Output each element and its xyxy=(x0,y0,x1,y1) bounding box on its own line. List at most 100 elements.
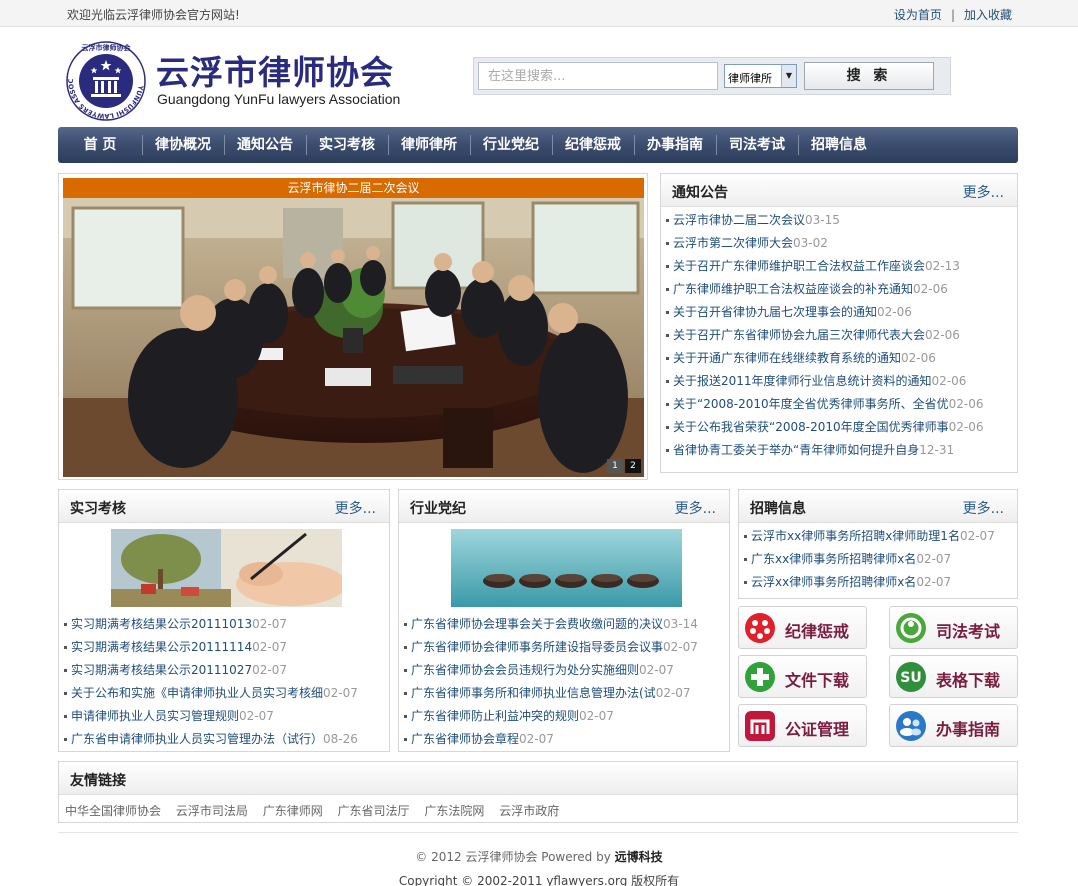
list-item[interactable]: 申请律师执业人员实习管理规则02-07 xyxy=(59,705,389,728)
footer-divider xyxy=(58,832,1018,833)
footer-copyright: Copyright © 2002-2011 yflawyers.org 版权所有 xyxy=(398,874,680,886)
set-home-link[interactable]: 设为首页 xyxy=(894,8,942,22)
list-item[interactable]: 关于“2008-2010年度全省优秀律师事务所、全省优02-06 xyxy=(661,393,1017,416)
list-item[interactable]: 广东省申请律师执业人员实习管理办法（试行）08-26 xyxy=(59,728,389,751)
meeting-photo[interactable] xyxy=(63,198,644,477)
people-icon xyxy=(896,711,926,741)
nav-item-discipline[interactable]: 纪律惩戒 xyxy=(552,127,634,163)
list-item[interactable]: 关于公布我省荣获“2008-2010年度全国优秀律师事02-06 xyxy=(661,416,1017,439)
discipline-panel: 行业党纪 更多... 广东省律师协会理事会关于会费收缴问题的决议03-14 广东… xyxy=(398,489,730,752)
footer-brand-link[interactable]: 远博科技 xyxy=(615,850,663,864)
bullet-icon xyxy=(64,646,67,649)
list-item[interactable]: 云浮市律协二届二次会议03-15 xyxy=(661,209,1017,232)
quick-link-discipline[interactable]: 纪律惩戒 xyxy=(738,606,867,649)
bullet-icon xyxy=(666,311,669,314)
list-item[interactable]: 广东省律师事务所和律师执业信息管理办法(试02-07 xyxy=(399,682,729,705)
quick-link-file-download[interactable]: 文件下载 xyxy=(738,655,867,698)
nav-item-lawyers[interactable]: 律师律所 xyxy=(388,127,470,163)
bullet-icon xyxy=(666,357,669,360)
top-bar: 欢迎光临云浮律师协会官方网站! 设为首页 | 加入收藏 xyxy=(0,0,1078,27)
list-item[interactable]: 云浮市xx律师事务所招聘x律师助理1名02-07 xyxy=(739,525,1017,548)
bullet-icon xyxy=(666,219,669,222)
bullet-icon xyxy=(744,535,747,538)
bullet-icon xyxy=(404,669,407,672)
quick-link-notary[interactable]: 公证管理 xyxy=(738,704,867,747)
list-item[interactable]: 实习期满考核结果公示2011101302-07 xyxy=(59,613,389,636)
list-item[interactable]: 实习期满考核结果公示2011102702-07 xyxy=(59,659,389,682)
bullet-icon xyxy=(404,738,407,741)
notice-panel: 通知公告 更多... 云浮市律协二届二次会议03-15 云浮市第二次律师大会03… xyxy=(660,173,1018,473)
chevron-down-icon[interactable]: ▼ xyxy=(781,65,796,87)
discipline-icon xyxy=(745,613,775,643)
list-item[interactable]: 关于开通广东律师在线继续教育系统的通知02-06 xyxy=(661,347,1017,370)
bullet-icon xyxy=(404,623,407,626)
nav-item-party[interactable]: 行业党纪 xyxy=(470,127,552,163)
nav-item-overview[interactable]: 律协概况 xyxy=(142,127,224,163)
slide-dot-2[interactable]: 2 xyxy=(625,459,641,473)
recruit-more-link[interactable]: 更多... xyxy=(963,498,1004,518)
list-item[interactable]: 实习期满考核结果公示2011111402-07 xyxy=(59,636,389,659)
bullet-icon xyxy=(64,692,67,695)
quick-link-label: 办事指南 xyxy=(936,720,1001,739)
discipline-more-link[interactable]: 更多... xyxy=(675,498,716,518)
list-item[interactable]: 关于公布和实施《申请律师执业人员实习考核细02-07 xyxy=(59,682,389,705)
list-item[interactable]: 广东省律师协会律师事务所建设指导委员会议事02-07 xyxy=(399,636,729,659)
slide-dot-1[interactable]: 1 xyxy=(607,459,623,473)
internship-title: 实习考核 xyxy=(70,501,126,517)
list-item[interactable]: 云浮xx律师事务所招聘律师x名02-07 xyxy=(739,571,1017,594)
list-item[interactable]: 关于召开省律协九届七次理事会的通知02-06 xyxy=(661,301,1017,324)
search-button[interactable]: 搜 索 xyxy=(804,62,934,90)
nav-item-guide[interactable]: 办事指南 xyxy=(634,127,716,163)
bullet-icon xyxy=(666,403,669,406)
friend-link[interactable]: 云浮市司法局 xyxy=(176,804,248,818)
friend-link[interactable]: 中华全国律师协会 xyxy=(65,804,161,818)
internship-more-link[interactable]: 更多... xyxy=(335,498,376,518)
friend-links-title: 友情链接 xyxy=(70,773,126,789)
quick-link-guide[interactable]: 办事指南 xyxy=(889,704,1018,747)
notice-more-link[interactable]: 更多... xyxy=(963,182,1004,202)
discipline-title: 行业党纪 xyxy=(410,501,466,517)
stones-image[interactable] xyxy=(451,529,682,607)
main-nav: 首 页 律协概况 通知公告 实习考核 律师律所 行业党纪 纪律惩戒 办事指南 司… xyxy=(58,127,1018,163)
friend-link[interactable]: 广东省司法厅 xyxy=(338,804,410,818)
recruit-header: 招聘信息 更多... xyxy=(739,490,1017,523)
footer-powered-text: © 2012 云浮律师协会 Powered by xyxy=(415,850,611,864)
association-logo-icon[interactable]: YUNFUSHI LAWYERS ASSOCIATION 云浮市律师协会 xyxy=(66,41,146,121)
quick-link-exam[interactable]: 司法考试 xyxy=(889,606,1018,649)
list-item[interactable]: 关于召开广东省律师协会九届三次律师代表大会02-06 xyxy=(661,324,1017,347)
list-item[interactable]: 广东律师维护职工合法权益座谈会的补充通知02-06 xyxy=(661,278,1017,301)
nav-item-internship[interactable]: 实习考核 xyxy=(306,127,388,163)
add-favorite-link[interactable]: 加入收藏 xyxy=(964,8,1012,22)
friend-link[interactable]: 广东律师网 xyxy=(263,804,323,818)
quick-link-form-download[interactable]: SU 表格下载 xyxy=(889,655,1018,698)
list-item[interactable]: 广东省律师防止利益冲突的规则02-07 xyxy=(399,705,729,728)
slide-caption[interactable]: 云浮市律协二届二次会议 xyxy=(63,178,644,198)
nav-item-notices[interactable]: 通知公告 xyxy=(224,127,306,163)
nav-item-exam[interactable]: 司法考试 xyxy=(716,127,798,163)
bullet-icon xyxy=(64,669,67,672)
list-item[interactable]: 广东xx律师事务所招聘律师x名02-07 xyxy=(739,548,1017,571)
painting-image[interactable] xyxy=(111,529,342,607)
internship-panel: 实习考核 更多... 实习期满考核结果公示2011101302-07 实习期满考… xyxy=(58,489,390,752)
list-item[interactable]: 广东省律师协会理事会关于会费收缴问题的决议03-14 xyxy=(399,613,729,636)
bullet-icon xyxy=(666,334,669,337)
list-item[interactable]: 关于召开广东律师维护职工合法权益工作座谈会02-13 xyxy=(661,255,1017,278)
bullet-icon xyxy=(666,288,669,291)
list-item[interactable]: 关于报送2011年度律师行业信息统计资料的通知02-06 xyxy=(661,370,1017,393)
slide-pager: 12 xyxy=(605,457,641,473)
list-item[interactable]: 广东省律师协会章程02-07 xyxy=(399,728,729,751)
quick-link-label: 文件下载 xyxy=(785,671,850,690)
friend-link[interactable]: 云浮市政府 xyxy=(499,804,559,818)
notary-icon xyxy=(745,711,775,741)
friend-link[interactable]: 广东法院网 xyxy=(424,804,484,818)
welcome-text: 欢迎光临云浮律师协会官方网站! xyxy=(67,8,240,22)
list-item[interactable]: 广东省律师协会会员违规行为处分实施细则02-07 xyxy=(399,659,729,682)
nav-item-recruit[interactable]: 招聘信息 xyxy=(798,127,880,163)
stumble-icon: SU xyxy=(896,662,926,692)
search-input[interactable] xyxy=(478,62,718,90)
nav-item-home[interactable]: 首 页 xyxy=(58,127,142,163)
search-category-select[interactable]: 律师律所 ▼ xyxy=(724,64,797,88)
list-item[interactable]: 云浮市第二次律师大会03-02 xyxy=(661,232,1017,255)
bullet-icon xyxy=(666,449,669,452)
list-item[interactable]: 省律协青工委关于举办“青年律师如何提升自身12-31 xyxy=(661,439,1017,462)
